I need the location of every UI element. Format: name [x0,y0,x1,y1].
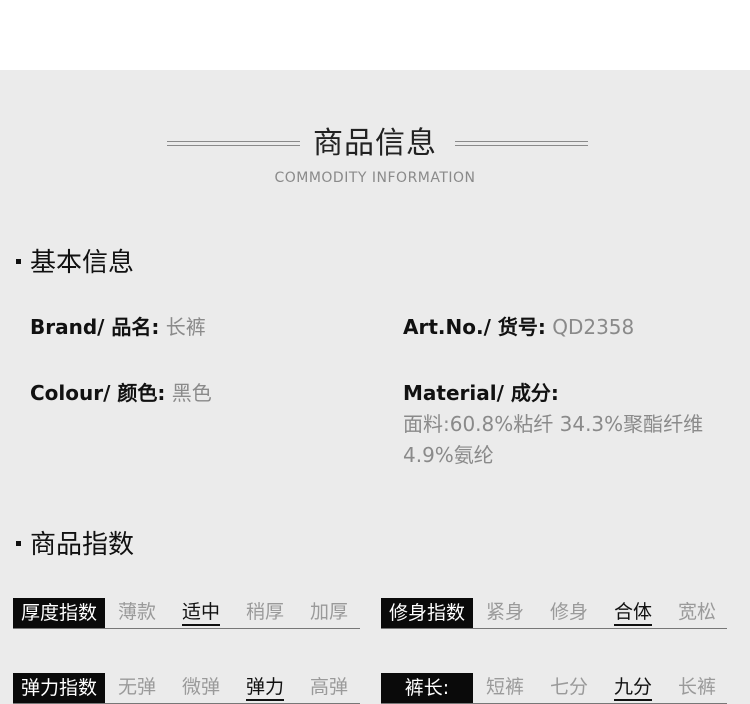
colour-label: Colour/ 颜色: [30,381,166,405]
stretch-index-tag: 弹力指数 [13,673,105,703]
length-option: 九分 [601,673,665,703]
length-index-tag: 裤长: [381,673,473,703]
stretch-option: 弹力 [233,673,297,703]
material-label: Material/ 成分: [403,381,559,405]
thickness-option: 薄款 [117,601,156,623]
material-value-line1: 面料:60.8%粘纤 34.3%聚酯纤维 [403,412,704,436]
thickness-option: 稍厚 [245,601,284,623]
brand-label: Brand/ 品名: [30,315,160,339]
brand-field: Brand/ 品名: 长裤 [30,312,206,343]
bullet-icon [16,541,21,546]
colour-value: 黑色 [171,381,212,405]
stretch-option: 微弹 [181,676,220,698]
thickness-index-tag: 厚度指数 [13,598,105,628]
stretch-option: 无弹 [117,676,156,698]
basic-info-heading: 基本信息 [16,242,134,279]
fit-option: 紧身 [485,601,524,623]
thickness-option: 适中 [169,598,233,628]
art-no-field: Art.No./ 货号: QD2358 [403,312,634,343]
art-no-value: QD2358 [552,315,635,339]
stretch-index-row: 弹力指数 无弹 微弹 弹力 高弹 [13,673,361,703]
thickness-underline [13,628,360,629]
thickness-option: 加厚 [309,601,348,623]
bullet-icon [16,259,21,264]
fit-index-tag: 修身指数 [381,598,473,628]
thickness-index-row: 厚度指数 薄款 适中 稍厚 加厚 [13,598,361,628]
stretch-option: 高弹 [309,676,348,698]
length-option: 七分 [549,676,588,698]
fit-option: 宽松 [677,601,716,623]
length-index-row: 裤长: 短裤 七分 九分 长裤 [381,673,729,703]
fit-option: 修身 [549,601,588,623]
material-value-line2: 4.9%氨纶 [403,443,494,467]
length-option: 长裤 [677,676,716,698]
basic-info-heading-text: 基本信息 [30,248,135,278]
fit-index-row: 修身指数 紧身 修身 合体 宽松 [381,598,729,628]
product-index-heading: 商品指数 [16,524,134,561]
fit-option: 合体 [601,598,665,628]
colour-field: Colour/ 颜色: 黑色 [30,378,212,409]
brand-value: 长裤 [165,315,206,339]
page-subtitle: COMMODITY INFORMATION [274,170,476,186]
fit-underline [381,628,727,629]
material-field: Material/ 成分: 面料:60.8%粘纤 34.3%聚酯纤维 4.9%氨… [403,378,733,471]
length-option: 短裤 [485,676,524,698]
page-title: 商品信息 [313,126,437,161]
product-index-heading-text: 商品指数 [30,530,135,560]
art-no-label: Art.No./ 货号: [403,315,546,339]
